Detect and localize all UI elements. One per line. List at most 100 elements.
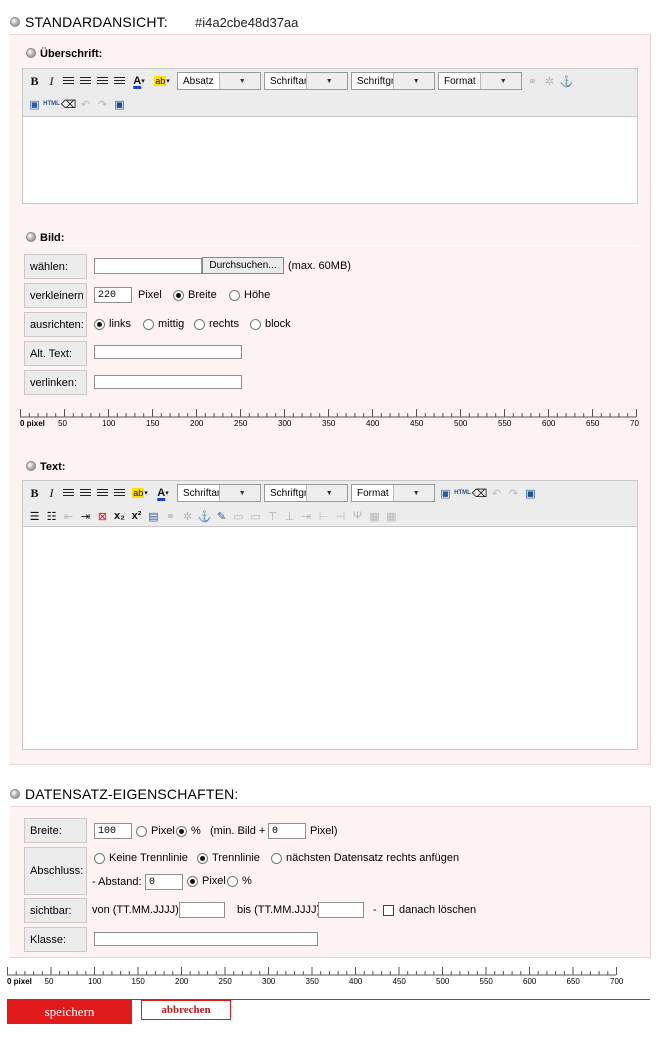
spacing-pixel-radio[interactable]: Pixel: [187, 873, 226, 889]
radio[interactable]: [271, 852, 282, 864]
no-line-radio[interactable]: Keine Trennlinie: [94, 850, 188, 866]
cancel-button[interactable]: abbrechen: [141, 1000, 231, 1020]
bold-button[interactable]: B: [26, 484, 43, 502]
insert-col-before-icon[interactable]: ⊢: [315, 507, 332, 525]
radio[interactable]: [94, 852, 105, 864]
file-path-input[interactable]: [94, 258, 202, 274]
to-date-input[interactable]: [318, 902, 364, 918]
undo-icon[interactable]: ↶: [488, 484, 505, 502]
bold-button[interactable]: B: [26, 72, 43, 90]
radio-selected[interactable]: [197, 852, 208, 864]
heading-editor[interactable]: [22, 116, 638, 204]
radio[interactable]: [229, 289, 240, 301]
width-percent-radio[interactable]: %: [176, 823, 201, 839]
image-icon[interactable]: ▣: [437, 484, 454, 502]
bullet-list-icon[interactable]: ☰: [26, 507, 43, 525]
subscript-icon[interactable]: x₂: [111, 507, 128, 525]
italic-button[interactable]: I: [43, 484, 60, 502]
edit-icon[interactable]: ✎: [213, 507, 230, 525]
unlink-icon[interactable]: ✲: [179, 507, 196, 525]
spacing-percent-radio[interactable]: %: [227, 873, 252, 889]
split-cells-icon[interactable]: ▦: [366, 507, 383, 525]
anchor-icon[interactable]: ⚓: [558, 72, 575, 90]
align-left-button[interactable]: [60, 72, 77, 90]
align-left-radio[interactable]: links: [94, 316, 131, 332]
block-format-select[interactable]: Absatz ▼: [177, 72, 261, 90]
radio-selected[interactable]: [173, 289, 184, 301]
radio[interactable]: [143, 318, 154, 330]
table-cell-props-icon[interactable]: ▭: [247, 507, 264, 525]
alt-text-input[interactable]: [94, 345, 242, 359]
width-radio[interactable]: Breite: [173, 287, 217, 303]
eraser-icon[interactable]: ⌫: [471, 484, 488, 502]
browse-button[interactable]: Durchsuchen...: [202, 257, 284, 274]
align-left-button[interactable]: [60, 484, 77, 502]
checkbox[interactable]: [383, 904, 394, 916]
align-right-button[interactable]: [94, 72, 111, 90]
insert-col-after-icon[interactable]: ⊣: [332, 507, 349, 525]
highlight-button[interactable]: ab ▾: [150, 72, 174, 90]
link-icon[interactable]: ⚭: [162, 507, 179, 525]
eraser-icon[interactable]: ⌫: [60, 95, 77, 113]
text-color-button[interactable]: A ▾: [152, 484, 174, 502]
radio[interactable]: [194, 318, 205, 330]
image-icon[interactable]: ▣: [26, 95, 43, 113]
undo-icon[interactable]: ↶: [77, 95, 94, 113]
delete-col-icon[interactable]: Ψ: [349, 507, 366, 525]
paste-word-icon[interactable]: ▤: [145, 507, 162, 525]
link-icon[interactable]: ⚭: [524, 72, 541, 90]
align-center-button[interactable]: [77, 484, 94, 502]
align-center-button[interactable]: [77, 72, 94, 90]
redo-icon[interactable]: ↷: [94, 95, 111, 113]
radio[interactable]: [136, 825, 147, 837]
table-row-props-icon[interactable]: ▭: [230, 507, 247, 525]
highlight-button[interactable]: ab ▾: [128, 484, 152, 502]
shrink-width-input[interactable]: 220: [94, 287, 132, 303]
align-block-radio[interactable]: block: [250, 316, 291, 332]
text-editor[interactable]: [22, 526, 638, 750]
format-select[interactable]: Format ▼: [438, 72, 522, 90]
font-family-select[interactable]: Schriftart▼: [264, 72, 348, 90]
radio-selected[interactable]: [94, 318, 105, 330]
unlink-icon[interactable]: ✲: [541, 72, 558, 90]
next-right-radio[interactable]: nächsten Datensatz rechts anfügen: [271, 850, 459, 866]
class-input[interactable]: [94, 932, 318, 946]
save-icon[interactable]: ▣: [111, 95, 128, 113]
indent-icon[interactable]: ⇥: [77, 507, 94, 525]
height-radio[interactable]: Höhe: [229, 287, 270, 303]
from-date-input[interactable]: [179, 902, 225, 918]
link-input[interactable]: [94, 375, 242, 389]
line-radio[interactable]: Trennlinie: [197, 850, 260, 866]
radio-selected[interactable]: [176, 825, 187, 837]
format-select[interactable]: Format ▼: [351, 484, 435, 502]
font-size-select[interactable]: Schriftgröße▼: [351, 72, 435, 90]
align-center-radio[interactable]: mittig: [143, 316, 184, 332]
save-button[interactable]: speichern: [7, 1000, 132, 1024]
font-family-select[interactable]: Schriftart▼: [177, 484, 261, 502]
italic-button[interactable]: I: [43, 72, 60, 90]
align-right-button[interactable]: [94, 484, 111, 502]
remove-format-icon[interactable]: ⊠: [94, 507, 111, 525]
superscript-icon[interactable]: x²: [128, 507, 145, 525]
insert-row-before-icon[interactable]: ⊤: [264, 507, 281, 525]
delete-after-checkbox[interactable]: danach löschen: [383, 902, 476, 918]
radio[interactable]: [227, 875, 238, 887]
save-icon[interactable]: ▣: [522, 484, 539, 502]
width-pixel-radio[interactable]: Pixel: [136, 823, 175, 839]
redo-icon[interactable]: ↷: [505, 484, 522, 502]
min-width-input[interactable]: 0: [268, 823, 306, 839]
insert-row-after-icon[interactable]: ⊥: [281, 507, 298, 525]
html-icon[interactable]: HTML: [43, 95, 60, 113]
record-width-input[interactable]: 100: [94, 823, 132, 839]
html-icon[interactable]: HTML: [454, 484, 471, 502]
delete-row-icon[interactable]: ⇥: [298, 507, 315, 525]
radio-selected[interactable]: [187, 875, 198, 887]
spacing-input[interactable]: 0: [145, 874, 183, 890]
outdent-icon[interactable]: ⇤: [60, 507, 77, 525]
justify-button[interactable]: [111, 72, 128, 90]
radio[interactable]: [250, 318, 261, 330]
font-size-select[interactable]: Schriftgröße▼: [264, 484, 348, 502]
text-color-button[interactable]: A ▾: [128, 72, 150, 90]
align-right-radio[interactable]: rechts: [194, 316, 239, 332]
anchor-icon[interactable]: ⚓: [196, 507, 213, 525]
